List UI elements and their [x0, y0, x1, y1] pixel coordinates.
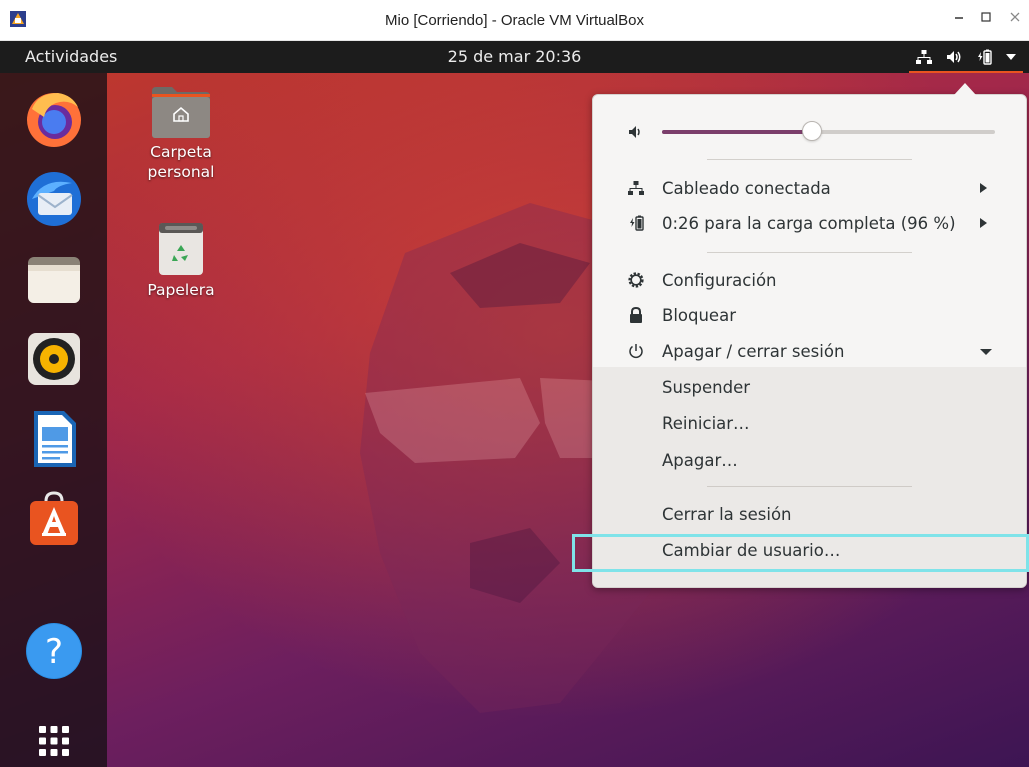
- separator: [707, 252, 912, 253]
- close-button[interactable]: [1001, 4, 1029, 30]
- system-menu: Cableado conectada 0:26 para la carga co…: [592, 94, 1027, 588]
- menu-item-label: Reiniciar…: [662, 413, 750, 433]
- window-title: Mio [Corriendo] - Oracle VM VirtualBox: [385, 12, 644, 29]
- window-title-bar[interactable]: Mio [Corriendo] - Oracle VM VirtualBox: [0, 0, 1029, 41]
- volume-icon: [947, 51, 961, 63]
- menu-item-label: Configuración: [662, 270, 777, 290]
- maximize-button[interactable]: [972, 4, 1000, 30]
- clock[interactable]: 25 de mar 20:36: [448, 47, 582, 66]
- menu-item-label: Suspender: [662, 377, 751, 397]
- menu-item-label: Cerrar la sesión: [662, 504, 792, 524]
- menu-item-poweroff[interactable]: Apagar…: [593, 443, 1026, 477]
- dock-item-files[interactable]: [22, 247, 86, 311]
- menu-item-settings[interactable]: Configuración: [593, 263, 1026, 297]
- network-wired-icon: [626, 178, 646, 198]
- chevron-down-icon: [979, 342, 993, 361]
- files-icon: [28, 257, 80, 303]
- menu-item-logout[interactable]: Cerrar la sesión: [593, 497, 1026, 531]
- desktop-icon-label: personal: [147, 163, 215, 181]
- menu-item-network[interactable]: Cableado conectada: [593, 171, 1026, 205]
- menu-item-label: Apagar…: [662, 450, 738, 470]
- dock: ?: [0, 73, 107, 767]
- thunderbird-icon: [27, 172, 81, 226]
- menu-item-label: Bloquear: [662, 305, 736, 325]
- menu-item-suspend[interactable]: Suspender: [593, 370, 1026, 404]
- dock-item-help[interactable]: ?: [22, 619, 86, 683]
- desktop-icon-trash[interactable]: Papelera: [125, 221, 237, 300]
- show-applications-button[interactable]: [22, 709, 86, 767]
- dock-item-firefox[interactable]: [22, 87, 86, 151]
- libreoffice-writer-icon: [34, 411, 76, 467]
- top-bar: Actividades 25 de mar 20:36: [0, 41, 1029, 73]
- menu-item-power[interactable]: Apagar / cerrar sesión: [593, 334, 1026, 368]
- dock-item-software[interactable]: [22, 487, 86, 551]
- volume-slider-knob[interactable]: [801, 121, 822, 141]
- dock-item-thunderbird[interactable]: [22, 167, 86, 231]
- volume-row: [593, 115, 1026, 149]
- rhythmbox-icon: [28, 333, 80, 385]
- menu-item-restart[interactable]: Reiniciar…: [593, 406, 1026, 440]
- battery-charging-icon: [978, 49, 992, 65]
- selection-highlight: [572, 534, 1029, 572]
- activities-button[interactable]: Actividades: [25, 47, 117, 66]
- volume-icon: [626, 122, 646, 142]
- dock-item-rhythmbox[interactable]: [22, 327, 86, 391]
- chevron-right-icon: [978, 214, 988, 233]
- dock-item-writer[interactable]: [22, 407, 86, 471]
- system-menu-button[interactable]: [909, 41, 1023, 73]
- minimize-button[interactable]: [945, 4, 973, 30]
- gear-icon: [626, 270, 646, 290]
- menu-item-label: Apagar / cerrar sesión: [662, 341, 845, 361]
- menu-pointer: [954, 83, 976, 95]
- power-icon: [626, 341, 646, 361]
- software-center-icon: [30, 491, 78, 545]
- dropdown-arrow-icon: [1006, 54, 1016, 60]
- minimize-icon: [955, 17, 963, 19]
- menu-item-label: 0:26 para la carga completa (96 %): [662, 213, 956, 233]
- trash-icon: [159, 223, 203, 275]
- battery-charging-icon: [626, 213, 646, 233]
- lock-icon: [626, 305, 646, 325]
- volume-slider-fill: [662, 130, 812, 134]
- menu-item-battery[interactable]: 0:26 para la carga completa (96 %): [593, 206, 1026, 240]
- network-wired-icon: [916, 50, 932, 64]
- volume-slider[interactable]: [662, 121, 995, 141]
- desktop-icon-home[interactable]: Carpeta personal: [125, 85, 237, 182]
- separator: [707, 486, 912, 487]
- firefox-icon: [27, 93, 81, 147]
- separator: [707, 159, 912, 160]
- close-icon: [1010, 12, 1020, 22]
- chevron-right-icon: [978, 179, 988, 198]
- maximize-icon: [981, 12, 991, 22]
- svg-text:?: ?: [45, 632, 63, 672]
- home-folder-icon: [152, 87, 210, 138]
- menu-item-label: Cableado conectada: [662, 178, 831, 198]
- desktop-icon-label: Carpeta: [150, 143, 212, 161]
- help-icon: ?: [26, 623, 82, 679]
- desktop-icon-label: Papelera: [147, 281, 215, 299]
- menu-item-lock[interactable]: Bloquear: [593, 298, 1026, 332]
- show-applications-icon: [39, 726, 69, 756]
